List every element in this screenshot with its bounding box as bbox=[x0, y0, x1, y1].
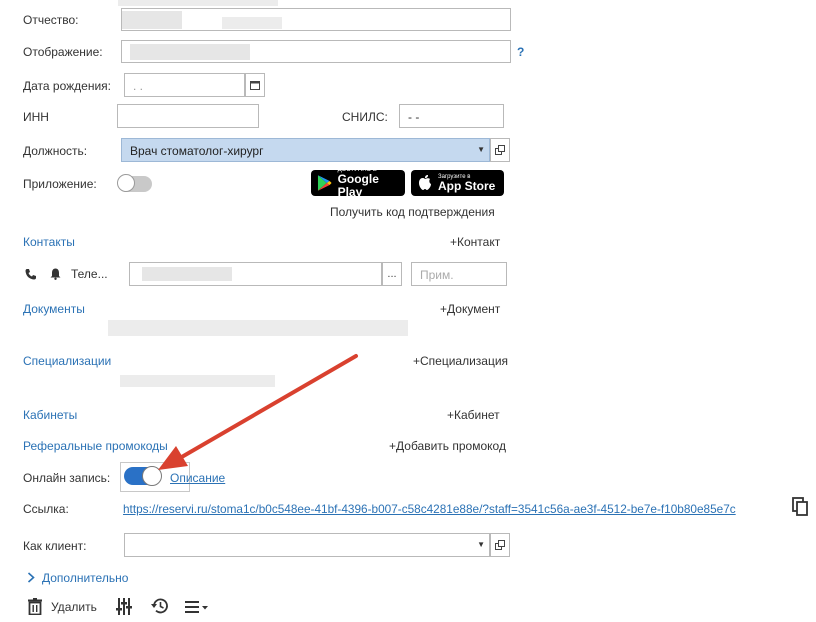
apple-icon bbox=[419, 175, 431, 190]
google-play-icon bbox=[317, 175, 332, 191]
help-link[interactable]: ? bbox=[517, 45, 524, 59]
birthdate-input[interactable]: . . bbox=[124, 73, 245, 97]
trash-icon[interactable] bbox=[28, 598, 42, 615]
phone-more-dots: ... bbox=[387, 268, 397, 280]
phone-icon bbox=[25, 269, 36, 280]
blurred-document bbox=[108, 320, 408, 336]
add-specialization-link[interactable]: +Специализация bbox=[413, 354, 508, 368]
app-store-badge[interactable]: Загрузите в App Store bbox=[411, 170, 504, 196]
add-promo-link[interactable]: +Добавить промокод bbox=[389, 439, 506, 453]
blurred-area bbox=[118, 0, 278, 6]
snils-value: - - bbox=[408, 110, 420, 124]
display-input[interactable] bbox=[121, 40, 511, 63]
position-value: Врач стоматолог-хирург bbox=[130, 144, 264, 158]
history-icon[interactable] bbox=[150, 597, 169, 615]
settings-sliders-icon[interactable] bbox=[116, 598, 132, 615]
position-select[interactable]: Врач стоматолог-хирург ▼ bbox=[121, 138, 490, 162]
get-code-link[interactable]: Получить код подтверждения bbox=[330, 205, 495, 219]
client-label: Как клиент: bbox=[23, 539, 87, 553]
app-store-text: App Store bbox=[438, 178, 496, 193]
snils-label: СНИЛС: bbox=[342, 110, 388, 124]
promo-heading[interactable]: Реферальные промокоды bbox=[23, 439, 168, 453]
contacts-heading[interactable]: Контакты bbox=[23, 235, 75, 249]
booking-url-link[interactable]: https://reservi.ru/stoma1c/b0c548ee-41bf… bbox=[123, 502, 736, 516]
note-input[interactable]: Прим. bbox=[411, 262, 507, 286]
calendar-button[interactable] bbox=[245, 73, 265, 97]
inn-input[interactable] bbox=[117, 104, 259, 128]
client-open-button[interactable] bbox=[490, 533, 510, 557]
blurred-specialization bbox=[120, 375, 275, 387]
app-label: Приложение: bbox=[23, 177, 97, 191]
open-icon bbox=[495, 145, 505, 155]
specializations-heading[interactable]: Специализации bbox=[23, 354, 111, 368]
online-booking-toggle[interactable] bbox=[124, 466, 162, 486]
dropdown-arrow-icon[interactable]: ▼ bbox=[477, 145, 485, 154]
calendar-icon bbox=[250, 81, 260, 90]
link-label: Ссылка: bbox=[23, 502, 69, 516]
online-booking-label: Онлайн запись: bbox=[23, 471, 111, 485]
dropdown-arrow-icon[interactable]: ▼ bbox=[477, 540, 485, 549]
documents-heading[interactable]: Документы bbox=[23, 302, 85, 316]
add-contact-link[interactable]: +Контакт bbox=[450, 235, 500, 249]
description-link[interactable]: Описание bbox=[170, 471, 225, 485]
copy-icon[interactable] bbox=[792, 497, 808, 516]
open-icon bbox=[495, 540, 505, 550]
snils-input[interactable]: - - bbox=[399, 104, 504, 128]
add-cabinet-link[interactable]: +Кабинет bbox=[447, 408, 500, 422]
bell-icon[interactable] bbox=[50, 268, 61, 280]
app-toggle[interactable] bbox=[117, 174, 152, 192]
delete-button[interactable]: Удалить bbox=[51, 600, 97, 614]
client-select[interactable]: ▼ bbox=[124, 533, 490, 557]
inn-label: ИНН bbox=[23, 110, 49, 124]
patronymic-input[interactable] bbox=[121, 8, 511, 31]
phone-more-button[interactable]: ... bbox=[382, 262, 402, 286]
annotation-arrow bbox=[158, 354, 358, 470]
note-placeholder: Прим. bbox=[420, 268, 454, 282]
birthdate-label: Дата рождения: bbox=[23, 79, 111, 93]
display-label: Отображение: bbox=[23, 45, 103, 59]
add-document-link[interactable]: +Документ bbox=[440, 302, 500, 316]
google-play-badge[interactable]: ДОСТУПНО В Google Play bbox=[311, 167, 405, 199]
birthdate-value: . . bbox=[133, 79, 144, 93]
cabinets-heading[interactable]: Кабинеты bbox=[23, 408, 77, 422]
position-label: Должность: bbox=[23, 144, 88, 158]
patronymic-label: Отчество: bbox=[23, 13, 79, 27]
google-play-text: Google Play bbox=[337, 172, 379, 199]
open-button[interactable] bbox=[490, 138, 510, 162]
phone-type-label[interactable]: Теле... bbox=[71, 267, 108, 281]
chevron-right-icon[interactable] bbox=[27, 572, 35, 583]
menu-icon[interactable] bbox=[185, 601, 211, 613]
more-link[interactable]: Дополнительно bbox=[42, 571, 128, 585]
phone-input[interactable] bbox=[129, 262, 382, 286]
